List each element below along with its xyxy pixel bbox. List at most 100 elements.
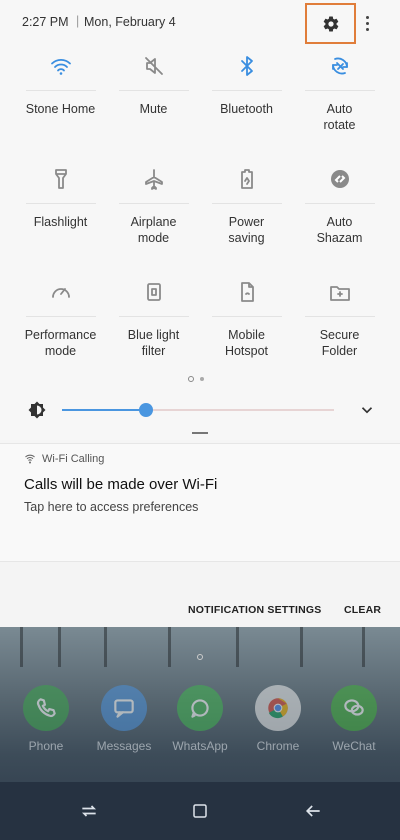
- tile-label: Stone Home: [25, 102, 96, 116]
- wallpaper-tree: [104, 627, 107, 667]
- hotspot-icon: [233, 278, 261, 306]
- settings-button[interactable]: [305, 3, 356, 44]
- status-time: 2:27 PM: [22, 15, 69, 29]
- tile-divider: [211, 203, 282, 204]
- blue-light-icon: [140, 278, 168, 306]
- back-button[interactable]: [300, 798, 326, 824]
- secure-folder-icon: [326, 278, 354, 306]
- tile-label: Performance mode: [24, 328, 97, 358]
- wallpaper-tree: [58, 627, 61, 667]
- tile-label: Airplane mode: [130, 215, 177, 245]
- navigation-bar: [0, 782, 400, 840]
- app-chrome[interactable]: Chrome: [246, 685, 310, 753]
- performance-icon: [47, 278, 75, 306]
- wallpaper-tree: [168, 627, 171, 667]
- clear-button[interactable]: CLEAR: [344, 604, 381, 616]
- gear-icon: [323, 16, 338, 32]
- tile-label: Bluetooth: [220, 102, 273, 116]
- tile-divider: [118, 316, 189, 317]
- tile-label: Auto rotate: [323, 102, 356, 132]
- tile-hotspot[interactable]: Mobile Hotspot: [200, 272, 293, 384]
- tile-label: Mobile Hotspot: [224, 328, 269, 358]
- wallpaper-tree: [236, 627, 239, 667]
- shazam-icon: [326, 165, 354, 193]
- tile-divider: [118, 90, 189, 91]
- app-whatsapp[interactable]: WhatsApp: [168, 685, 232, 753]
- tile-divider: [304, 203, 375, 204]
- tile-secure-folder[interactable]: Secure Folder: [293, 272, 386, 384]
- notification-settings-button[interactable]: NOTIFICATION SETTINGS: [188, 604, 322, 616]
- page-dot-active: [188, 376, 194, 382]
- tile-performance[interactable]: Performance mode: [14, 272, 107, 384]
- tile-divider: [25, 203, 96, 204]
- status-date: Mon, February 4: [84, 15, 176, 29]
- wifi-icon: [47, 52, 75, 80]
- brightness-slider-thumb[interactable]: [139, 403, 154, 417]
- tile-divider: [211, 316, 282, 317]
- tile-flashlight[interactable]: Flashlight: [14, 159, 107, 271]
- status-bar: 2:27 PM | Mon, February 4: [0, 0, 400, 44]
- tile-divider: [25, 90, 96, 91]
- recents-button[interactable]: [76, 798, 102, 824]
- notification-app-name: Wi-Fi Calling: [42, 453, 105, 465]
- power-saving-icon: [233, 165, 261, 193]
- tile-power-saving[interactable]: Power saving: [200, 159, 293, 271]
- status-separator: |: [76, 14, 80, 28]
- wifi-calling-icon: [25, 454, 35, 464]
- chrome-icon: [255, 685, 301, 731]
- home-icon: [193, 804, 207, 818]
- airplane-icon: [140, 165, 168, 193]
- tile-label: Auto Shazam: [316, 215, 363, 245]
- app-phone[interactable]: Phone: [14, 685, 78, 753]
- app-label: WhatsApp: [172, 739, 228, 753]
- home-page-indicator: [197, 654, 203, 660]
- flashlight-icon: [47, 165, 75, 193]
- more-vert-icon: [365, 15, 369, 19]
- tile-bluetooth[interactable]: Bluetooth: [200, 46, 293, 158]
- brightness-control: [28, 398, 378, 422]
- panel-drag-handle[interactable]: [192, 432, 208, 434]
- back-icon: [305, 805, 320, 817]
- bluetooth-icon: [233, 52, 261, 80]
- quick-settings-panel: 2:27 PM | Mon, February 4 Stone Home Mute…: [0, 0, 400, 440]
- wallpaper-tree: [20, 627, 23, 667]
- wifi-calling-notification[interactable]: Wi-Fi Calling Calls will be made over Wi…: [0, 443, 400, 561]
- notification-body: Tap here to access preferences: [24, 500, 199, 514]
- chevron-down-icon[interactable]: [358, 401, 376, 419]
- recents-icon: [81, 805, 97, 817]
- tile-mute[interactable]: Mute: [107, 46, 200, 158]
- messages-icon: [101, 685, 147, 731]
- tile-divider: [211, 90, 282, 91]
- page-dot: [200, 377, 204, 381]
- tile-label: Flashlight: [33, 215, 88, 229]
- tile-wifi[interactable]: Stone Home: [14, 46, 107, 158]
- wechat-icon: [331, 685, 377, 731]
- page-indicator: [188, 376, 204, 382]
- brightness-icon: [28, 401, 46, 419]
- app-label: WeChat: [332, 739, 376, 753]
- app-label: Phone: [28, 739, 64, 753]
- app-label: Messages: [96, 739, 152, 753]
- wallpaper-tree: [362, 627, 365, 667]
- tile-divider: [304, 316, 375, 317]
- tile-label: Blue light filter: [127, 328, 180, 358]
- tile-label: Power saving: [228, 215, 265, 245]
- tile-divider: [118, 203, 189, 204]
- notification-title: Calls will be made over Wi-Fi: [24, 476, 218, 493]
- home-button[interactable]: [187, 798, 213, 824]
- app-messages[interactable]: Messages: [92, 685, 156, 753]
- more-options-button[interactable]: [358, 10, 376, 36]
- brightness-slider-fill: [62, 409, 147, 411]
- mute-icon: [140, 52, 168, 80]
- tile-blue-light[interactable]: Blue light filter: [107, 272, 200, 384]
- tile-airplane[interactable]: Airplane mode: [107, 159, 200, 271]
- auto-rotate-icon: [326, 52, 354, 80]
- tile-label: Mute: [139, 102, 168, 116]
- tile-auto-rotate[interactable]: Auto rotate: [293, 46, 386, 158]
- tile-shazam[interactable]: Auto Shazam: [293, 159, 386, 271]
- phone-icon: [23, 685, 69, 731]
- tile-divider: [25, 316, 96, 317]
- tile-label: Secure Folder: [319, 328, 360, 358]
- brightness-slider[interactable]: [62, 403, 334, 417]
- app-wechat[interactable]: WeChat: [322, 685, 386, 753]
